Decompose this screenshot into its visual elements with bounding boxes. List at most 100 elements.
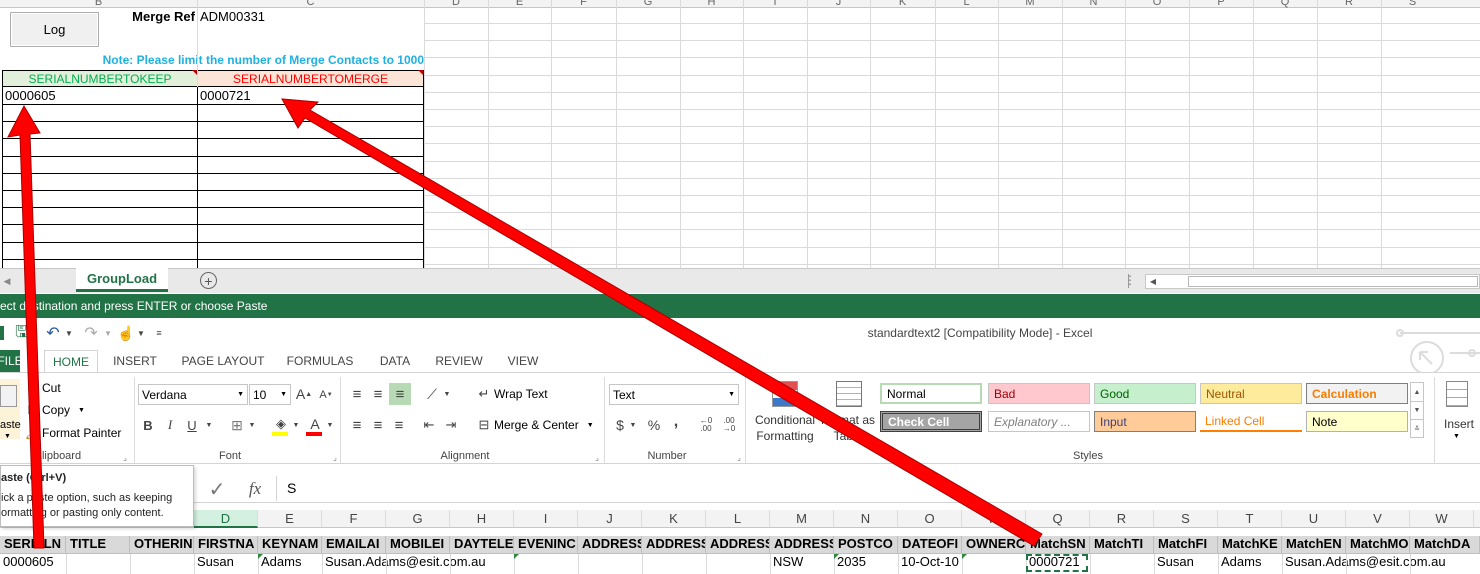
column-letter[interactable]: I (514, 510, 578, 528)
plus-circle-icon[interactable]: + (200, 272, 217, 289)
header-cell[interactable]: ADDRESS (578, 536, 642, 553)
data-cell-serial[interactable]: 0000605 (0, 554, 66, 572)
data-cell-postcode[interactable]: 2035 (834, 554, 898, 572)
decrease-font-icon[interactable]: A ▼ (318, 386, 334, 404)
tab-split-handle-icon[interactable]: ⋮ (1124, 272, 1136, 288)
increase-decimal-icon[interactable]: ←0.00 (696, 416, 716, 434)
number-format-select[interactable]: Text ▼ (609, 384, 739, 405)
ribbon-tab-insert[interactable]: INSERT (106, 350, 164, 372)
column-letter[interactable]: R (1317, 0, 1381, 8)
formula-input[interactable]: S (276, 476, 1480, 501)
format-painter-button[interactable]: 🖌 Format Painter (24, 424, 134, 442)
header-cell[interactable]: MatchSN (1026, 536, 1090, 553)
column-letter[interactable]: M (998, 0, 1062, 8)
column-letter[interactable]: D (194, 510, 258, 528)
orientation-dropdown-icon[interactable]: ▼ (442, 387, 452, 401)
serial-merge-value[interactable]: 0000721 (200, 88, 400, 104)
conditional-formatting-button[interactable]: Conditional Formatting (752, 377, 818, 447)
data-cell-match-key[interactable]: Adams (1218, 554, 1282, 572)
header-cell[interactable]: KEYNAM (258, 536, 322, 553)
column-letter[interactable]: K (870, 0, 935, 8)
copy-button[interactable]: ❐ Copy ▼ (24, 401, 134, 419)
ribbon-tab-home[interactable]: HOME (44, 350, 98, 372)
header-cell[interactable]: POSTCO (834, 536, 898, 553)
merge-center-button[interactable]: ⊟ Merge & Center ▼ (474, 415, 604, 435)
header-cell[interactable]: DAYTELE (450, 536, 514, 553)
font-size-select[interactable]: 10 ▼ (249, 384, 291, 405)
column-letter[interactable]: W (1410, 510, 1474, 528)
header-cell[interactable]: MatchEN (1282, 536, 1346, 553)
cell-style-linked-cell[interactable]: Linked Cell (1200, 411, 1302, 432)
header-cell[interactable]: OWNERC (962, 536, 1026, 553)
header-cell[interactable]: TITLE (66, 536, 130, 553)
serial-keep-value[interactable]: 0000605 (5, 88, 195, 104)
header-cell[interactable]: EVENINC (514, 536, 578, 553)
column-letter[interactable]: G (616, 0, 680, 8)
column-letter[interactable]: J (578, 510, 642, 528)
column-letter[interactable]: C (197, 0, 424, 8)
dialog-launcher-icon[interactable]: ⌟ (330, 451, 340, 463)
data-cell-state[interactable]: NSW (770, 554, 834, 572)
align-middle-icon[interactable]: ≡ (369, 385, 387, 403)
column-letter[interactable]: F (322, 510, 386, 528)
column-letter[interactable]: U (1282, 510, 1346, 528)
touch-dropdown-icon[interactable]: ▼ (136, 325, 146, 341)
data-cell-match-first[interactable]: Susan (1154, 554, 1218, 572)
scroll-down-icon[interactable]: ▼ (1411, 401, 1423, 419)
percent-button[interactable]: % (646, 416, 662, 434)
dialog-launcher-icon[interactable]: ⌟ (120, 451, 130, 463)
font-color-button[interactable]: A (306, 416, 324, 436)
align-left-icon[interactable]: ≡ (348, 416, 366, 434)
data-cell-date[interactable]: 10-Oct-10 (898, 554, 962, 572)
column-letter[interactable]: F (551, 0, 616, 8)
enter-checkmark-icon[interactable]: ✓ (205, 478, 229, 501)
header-cell[interactable]: MatchMO (1346, 536, 1410, 553)
column-letter[interactable]: L (706, 510, 770, 528)
column-letter[interactable]: J (807, 0, 870, 8)
align-center-icon[interactable]: ≡ (369, 416, 387, 434)
dialog-launcher-icon[interactable]: ⌟ (592, 451, 602, 463)
scrollbar-thumb[interactable] (1188, 276, 1478, 287)
paste-button[interactable]: aste ▼ (0, 379, 21, 440)
customize-qat-icon[interactable]: ≡ (154, 325, 164, 341)
column-letter[interactable]: H (450, 510, 514, 528)
ribbon-tab-data[interactable]: DATA (370, 350, 420, 372)
header-cell[interactable]: MatchDA (1410, 536, 1480, 553)
currency-dropdown-icon[interactable]: ▼ (628, 418, 638, 432)
cell-style-explanatory[interactable]: Explanatory ... (988, 411, 1090, 432)
column-letter[interactable]: D (424, 0, 488, 8)
italic-button[interactable]: I (163, 416, 177, 434)
cell-style-bad[interactable]: Bad (988, 383, 1090, 404)
merge-ref-value[interactable]: ADM00331 (200, 9, 320, 25)
cell-style-calculation[interactable]: Calculation (1306, 383, 1408, 404)
insert-cells-button[interactable]: Insert ▼ (1438, 377, 1480, 447)
header-cell[interactable]: MOBILEI (386, 536, 450, 553)
column-letter[interactable]: B (0, 0, 197, 8)
column-letter[interactable]: V (1346, 510, 1410, 528)
ribbon-tab-view[interactable]: VIEW (500, 350, 546, 372)
header-cell[interactable]: MatchFI (1154, 536, 1218, 553)
header-cell[interactable]: MatchTI (1090, 536, 1154, 553)
borders-icon[interactable]: ⊞ (228, 416, 246, 434)
align-top-icon[interactable]: ≡ (348, 385, 366, 403)
more-styles-icon[interactable]: ≚ (1411, 419, 1423, 437)
header-cell[interactable]: ADDRESS (706, 536, 770, 553)
column-letter[interactable]: K (642, 510, 706, 528)
comma-button[interactable]: , (670, 413, 682, 431)
log-button[interactable]: Log (10, 12, 99, 47)
cell-style-check-cell[interactable]: Check Cell (880, 411, 982, 432)
touch-mode-icon[interactable]: ☝ (117, 324, 135, 342)
column-letter[interactable]: Q (1253, 0, 1317, 8)
column-letter[interactable]: I (743, 0, 807, 8)
wrap-text-button[interactable]: ↵ Wrap Text (474, 384, 584, 404)
horizontal-scrollbar[interactable]: ◀ (1145, 274, 1480, 289)
fill-dropdown-icon[interactable]: ▼ (291, 418, 301, 432)
undo-dropdown-icon[interactable]: ▼ (64, 325, 74, 341)
bold-button[interactable]: B (141, 416, 155, 434)
cell-style-good[interactable]: Good (1094, 383, 1196, 404)
underline-dropdown-icon[interactable]: ▼ (204, 418, 214, 432)
column-letter[interactable]: R (1090, 510, 1154, 528)
column-letter[interactable]: O (898, 510, 962, 528)
ribbon-tab-review[interactable]: REVIEW (430, 350, 488, 372)
cell-style-input[interactable]: Input (1094, 411, 1196, 432)
